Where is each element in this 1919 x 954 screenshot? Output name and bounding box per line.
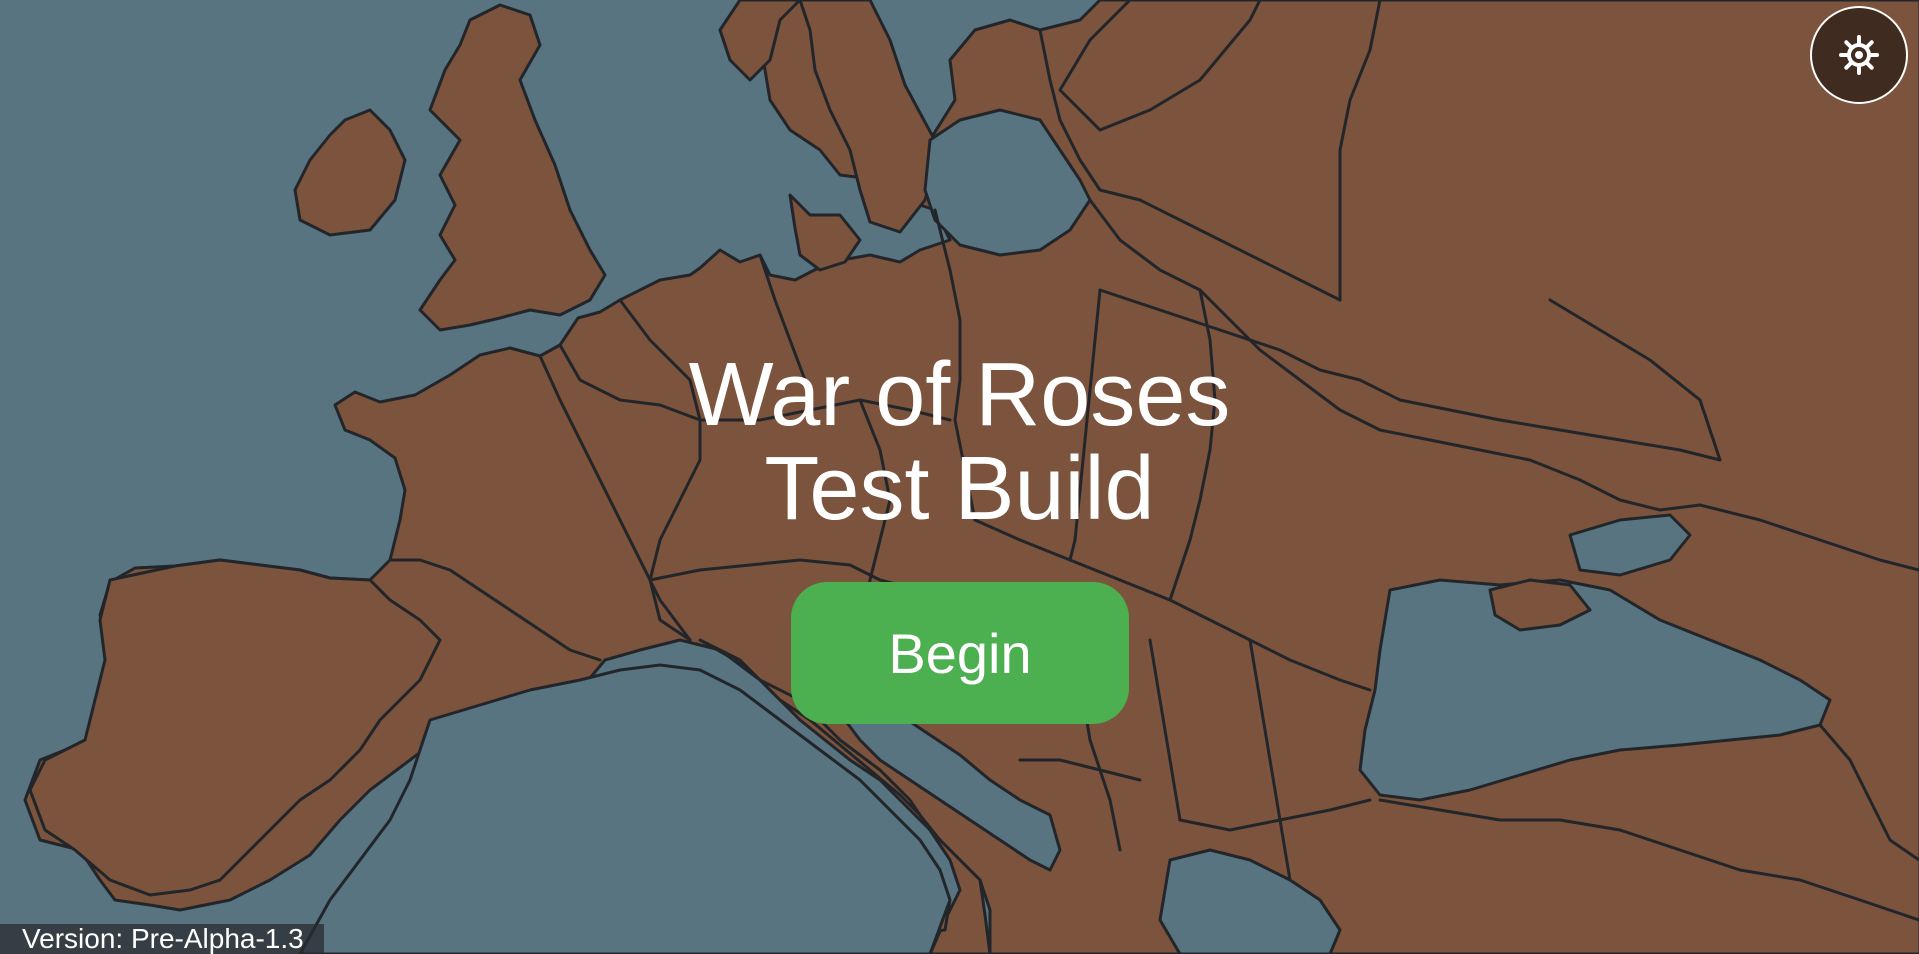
game-title-line2: Test Build [764, 439, 1155, 539]
version-label: Version: Pre-Alpha-1.3 [0, 924, 324, 954]
begin-button[interactable]: Begin [791, 582, 1129, 724]
settings-button[interactable] [1810, 6, 1908, 104]
game-screen: War of Roses Test Build Begin Version: P… [0, 0, 1919, 954]
gear-icon [1839, 35, 1879, 75]
game-title-line1: War of Roses [688, 345, 1231, 445]
great-britain [418, 3, 607, 332]
ireland [293, 108, 407, 237]
game-title: War of Roses Test Build [0, 348, 1919, 536]
